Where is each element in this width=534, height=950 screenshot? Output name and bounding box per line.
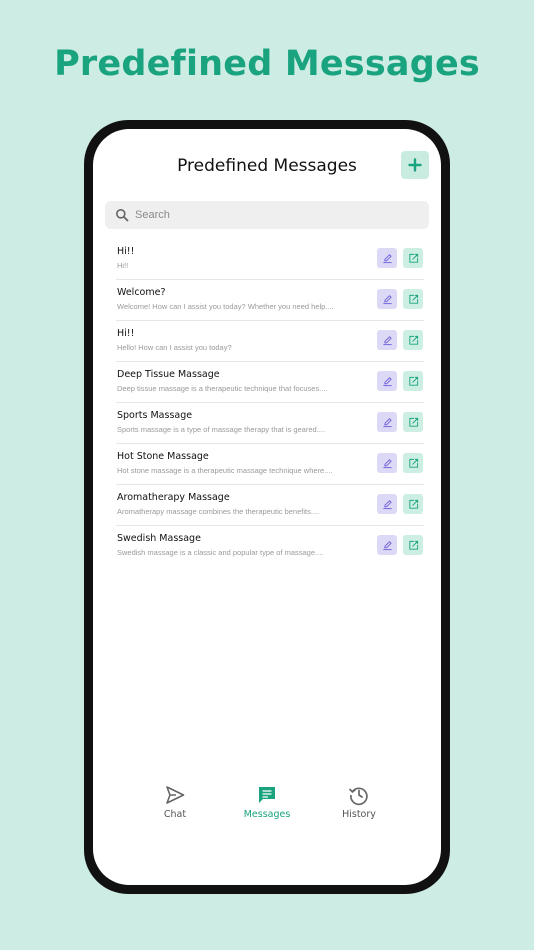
message-preview: Deep tissue massage is a therapeutic tec… xyxy=(117,384,328,393)
message-row[interactable]: Hi!! Hello! How can I assist you today? xyxy=(116,321,424,362)
edit-button[interactable] xyxy=(377,494,397,514)
message-title: Welcome? xyxy=(117,287,166,298)
message-row[interactable]: Aromatherapy Massage Aromatherapy massag… xyxy=(116,485,424,526)
nav-label-messages: Messages xyxy=(243,809,291,820)
message-preview: Welcome! How can I assist you today? Whe… xyxy=(117,302,334,311)
edit-button[interactable] xyxy=(377,453,397,473)
message-list: Hi!! Hi!! Welcome? Welcome! How can I as… xyxy=(116,239,424,566)
edit-button[interactable] xyxy=(377,248,397,268)
share-icon xyxy=(408,540,418,550)
history-icon xyxy=(348,787,368,806)
hero-title: Predefined Messages xyxy=(54,44,480,84)
message-row[interactable]: Deep Tissue Massage Deep tissue massage … xyxy=(116,362,424,403)
share-icon xyxy=(408,417,418,427)
edit-icon xyxy=(382,417,392,427)
edit-button[interactable] xyxy=(377,535,397,555)
share-icon xyxy=(408,458,418,468)
search-bar[interactable] xyxy=(105,201,429,229)
edit-icon xyxy=(382,294,392,304)
share-button[interactable] xyxy=(403,535,423,555)
nav-label-chat: Chat xyxy=(163,809,187,820)
app-screen: Predefined Messages Hi!! Hi!! Wel xyxy=(93,129,441,885)
message-row[interactable]: Hi!! Hi!! xyxy=(116,239,424,280)
nav-label-history: History xyxy=(342,809,376,820)
share-button[interactable] xyxy=(403,371,423,391)
edit-button[interactable] xyxy=(377,289,397,309)
search-input[interactable] xyxy=(133,208,417,222)
share-icon xyxy=(408,499,418,509)
message-row[interactable]: Welcome? Welcome! How can I assist you t… xyxy=(116,280,424,321)
nav-item-chat[interactable]: Chat xyxy=(135,784,215,820)
page-title: Predefined Messages xyxy=(177,156,357,176)
share-button[interactable] xyxy=(403,412,423,432)
share-button[interactable] xyxy=(403,330,423,350)
bottom-nav: Chat Messages History xyxy=(93,784,441,834)
message-title: Swedish Massage xyxy=(117,533,201,544)
edit-button[interactable] xyxy=(377,371,397,391)
message-title: Aromatherapy Massage xyxy=(117,492,230,503)
edit-icon xyxy=(382,499,392,509)
message-preview: Aromatherapy massage combines the therap… xyxy=(117,507,320,516)
message-preview: Hot stone massage is a therapeutic massa… xyxy=(117,466,333,475)
message-title: Hot Stone Massage xyxy=(117,451,209,462)
share-button[interactable] xyxy=(403,248,423,268)
edit-button[interactable] xyxy=(377,412,397,432)
search-icon xyxy=(116,209,129,222)
message-preview: Swedish massage is a classic and popular… xyxy=(117,548,324,557)
message-title: Hi!! xyxy=(117,246,135,257)
edit-icon xyxy=(382,253,392,263)
message-title: Hi!! xyxy=(117,328,135,339)
message-preview: Hello! How can I assist you today? xyxy=(117,343,232,352)
message-title: Deep Tissue Massage xyxy=(117,369,220,380)
nav-item-history[interactable]: History xyxy=(319,784,399,820)
message-preview: Sports massage is a type of massage ther… xyxy=(117,425,326,434)
phone-frame: Predefined Messages Hi!! Hi!! Wel xyxy=(84,120,450,894)
edit-icon xyxy=(382,335,392,345)
share-button[interactable] xyxy=(403,494,423,514)
edit-icon xyxy=(382,540,392,550)
share-icon xyxy=(408,294,418,304)
message-preview: Hi!! xyxy=(117,261,129,270)
share-button[interactable] xyxy=(403,453,423,473)
plus-icon xyxy=(408,158,422,172)
app-header: Predefined Messages xyxy=(93,129,441,199)
message-row[interactable]: Hot Stone Massage Hot stone massage is a… xyxy=(116,444,424,485)
send-icon xyxy=(166,786,185,804)
share-icon xyxy=(408,335,418,345)
edit-icon xyxy=(382,376,392,386)
share-button[interactable] xyxy=(403,289,423,309)
add-message-button[interactable] xyxy=(401,151,429,179)
message-title: Sports Massage xyxy=(117,410,193,421)
message-icon xyxy=(259,787,275,803)
edit-button[interactable] xyxy=(377,330,397,350)
share-icon xyxy=(408,253,418,263)
message-row[interactable]: Sports Massage Sports massage is a type … xyxy=(116,403,424,444)
message-row[interactable]: Swedish Massage Swedish massage is a cla… xyxy=(116,526,424,566)
nav-item-messages[interactable]: Messages xyxy=(227,784,307,820)
share-icon xyxy=(408,376,418,386)
edit-icon xyxy=(382,458,392,468)
